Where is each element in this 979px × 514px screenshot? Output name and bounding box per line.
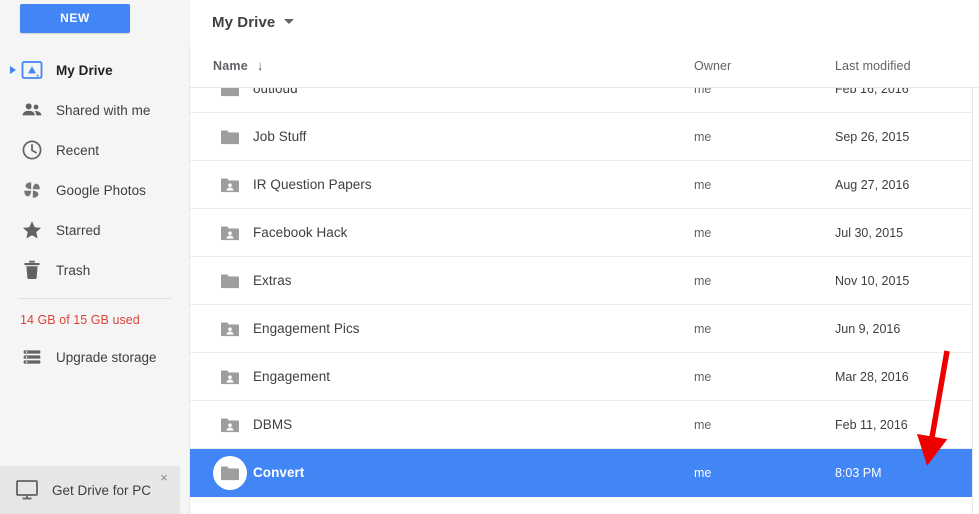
file-owner-cell: me	[694, 225, 712, 240]
sidebar-item-label: Trash	[56, 262, 91, 278]
file-name-cell: Engagement Pics	[253, 321, 360, 336]
sidebar-item-shared-with-me[interactable]: Shared with me	[0, 90, 189, 130]
table-row[interactable]: Extras me Nov 10, 2015	[190, 257, 972, 305]
file-owner-cell: me	[694, 177, 712, 192]
file-name-cell: Extras	[253, 273, 292, 288]
sidebar-divider	[18, 298, 171, 299]
table-row[interactable]: Engagement Pics me Jun 9, 2016	[190, 305, 972, 353]
drive-app-window: NEW My Drive My Drive Shared with me Recen…	[0, 0, 979, 514]
column-header-owner[interactable]: Owner	[694, 59, 731, 73]
file-modified-cell: Nov 10, 2015	[835, 273, 910, 288]
sidebar-item-label: Shared with me	[56, 102, 151, 118]
top-bar-right-panel: My Drive	[190, 0, 979, 44]
top-bar: NEW My Drive	[0, 0, 979, 44]
file-name-cell: Engagement	[253, 369, 331, 384]
file-name-cell: DBMS	[253, 417, 293, 432]
file-modified-cell: 8:03 PM	[835, 465, 882, 480]
column-header-last-modified[interactable]: Last modified	[835, 59, 911, 73]
content-right-gutter	[973, 88, 979, 514]
column-header-name-label: Name	[213, 58, 248, 73]
upgrade-storage-label: Upgrade storage	[56, 349, 157, 365]
folder-icon	[213, 455, 247, 490]
folder-icon	[213, 120, 247, 154]
file-owner-cell: me	[694, 129, 712, 144]
sidebar-item-my-drive[interactable]: My Drive	[0, 50, 189, 90]
file-name-cell: Convert	[253, 465, 305, 480]
folder-icon	[213, 88, 247, 106]
file-modified-cell: Aug 27, 2016	[835, 177, 910, 192]
sidebar: My Drive Shared with me Recent Google Photo…	[0, 44, 190, 514]
drive-title-dropdown[interactable]: My Drive	[212, 13, 295, 31]
page-title: My Drive	[212, 13, 276, 31]
file-owner-cell: me	[694, 369, 712, 384]
get-drive-for-pc-banner[interactable]: Get Drive for PC ×	[0, 466, 180, 514]
folder-shared-icon	[213, 312, 247, 346]
sidebar-item-label: Google Photos	[56, 182, 146, 198]
sidebar-nav-list: My Drive Shared with me Recent Google Photo…	[0, 44, 189, 290]
monitor-icon	[14, 477, 40, 503]
close-icon[interactable]: ×	[156, 470, 172, 486]
folder-shared-icon	[213, 360, 247, 394]
table-row[interactable]: Facebook Hack me Jul 30, 2015	[190, 209, 972, 257]
table-row[interactable]: Engagement me Mar 28, 2016	[190, 353, 972, 401]
new-button[interactable]: NEW	[20, 4, 130, 33]
file-owner-cell: me	[694, 273, 712, 288]
star-icon	[20, 218, 44, 242]
file-name-cell: Facebook Hack	[253, 225, 348, 240]
table-row[interactable]: DBMS me Feb 11, 2016	[190, 401, 972, 449]
main-body: My Drive Shared with me Recent Google Photo…	[0, 44, 979, 514]
file-name-cell: outloud	[253, 88, 298, 96]
sidebar-item-label: Starred	[56, 222, 101, 238]
drive-icon	[20, 58, 44, 82]
file-owner-cell: me	[694, 321, 712, 336]
table-row[interactable]: Convert me 8:03 PM	[190, 449, 972, 497]
sidebar-item-label: Recent	[56, 142, 100, 158]
file-browser: Name ↓ Owner Last modified outloud me Feb …	[190, 44, 979, 514]
file-modified-cell: Jun 9, 2016	[835, 321, 901, 336]
clock-icon	[20, 138, 44, 162]
sidebar-item-google-photos[interactable]: Google Photos	[0, 170, 189, 210]
sidebar-item-recent[interactable]: Recent	[0, 130, 189, 170]
chevron-down-icon	[284, 18, 295, 24]
trash-icon	[20, 258, 44, 282]
file-name-cell: Job Stuff	[253, 129, 307, 144]
folder-shared-icon	[213, 216, 247, 250]
sort-descending-icon: ↓	[256, 58, 264, 73]
get-drive-label: Get Drive for PC	[52, 482, 152, 498]
file-modified-cell: Feb 11, 2016	[835, 417, 908, 432]
file-list: outloud me Feb 16, 2016 Job Stuff me Sep 26, …	[190, 88, 972, 497]
sidebar-item-upgrade-storage[interactable]: Upgrade storage	[0, 340, 189, 374]
table-row[interactable]: Job Stuff me Sep 26, 2015	[190, 113, 972, 161]
expand-triangle-icon[interactable]	[6, 63, 20, 77]
storage-bars-icon	[20, 345, 44, 369]
photos-pinwheel-icon	[20, 178, 44, 202]
folder-shared-icon	[213, 408, 247, 442]
file-list-scroll-area[interactable]: outloud me Feb 16, 2016 Job Stuff me Sep 26, …	[190, 88, 973, 514]
top-bar-left-panel: NEW	[0, 0, 190, 44]
file-owner-cell: me	[694, 88, 712, 96]
storage-usage-label[interactable]: 14 GB of 15 GB used	[20, 313, 189, 327]
file-table-header: Name ↓ Owner Last modified	[190, 44, 979, 88]
file-modified-cell: Sep 26, 2015	[835, 129, 910, 144]
table-row[interactable]: outloud me Feb 16, 2016	[190, 88, 972, 113]
folder-icon	[213, 264, 247, 298]
file-modified-cell: Feb 16, 2016	[835, 88, 909, 96]
sidebar-item-starred[interactable]: Starred	[0, 210, 189, 250]
sidebar-item-trash[interactable]: Trash	[0, 250, 189, 290]
column-header-name[interactable]: Name ↓	[213, 59, 264, 73]
file-owner-cell: me	[694, 465, 712, 480]
people-icon	[20, 98, 44, 122]
sidebar-item-label: My Drive	[56, 62, 113, 78]
file-name-cell: IR Question Papers	[253, 177, 372, 192]
file-owner-cell: me	[694, 417, 712, 432]
file-modified-cell: Mar 28, 2016	[835, 369, 909, 384]
table-row[interactable]: IR Question Papers me Aug 27, 2016	[190, 161, 972, 209]
folder-shared-icon	[213, 168, 247, 202]
file-modified-cell: Jul 30, 2015	[835, 225, 904, 240]
